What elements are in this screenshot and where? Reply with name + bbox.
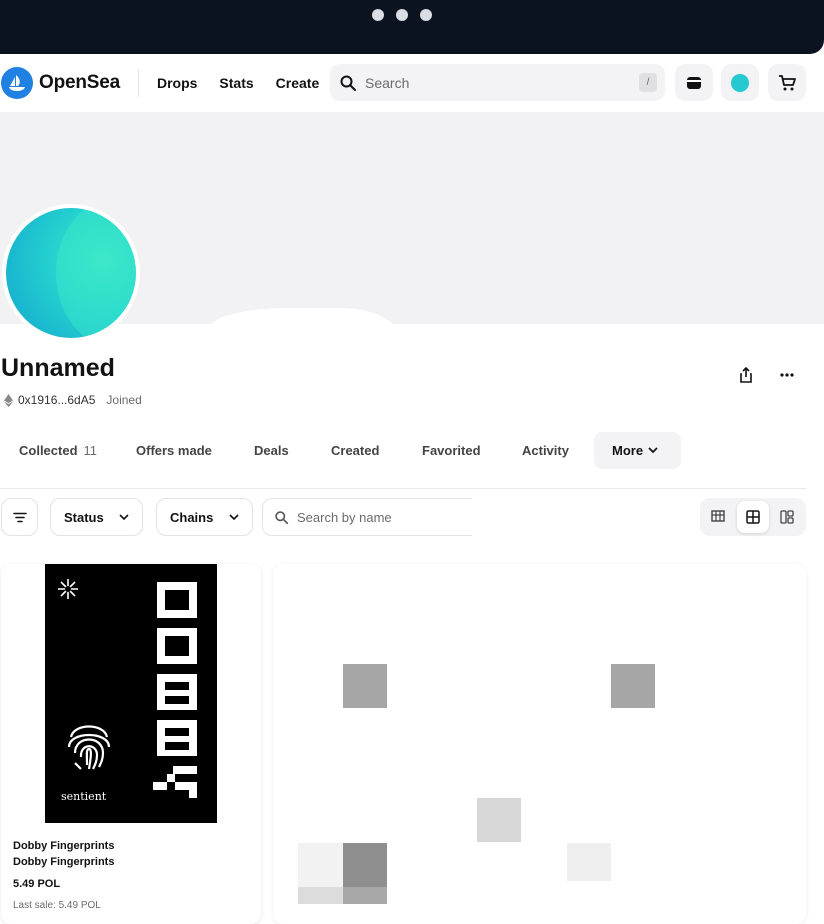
- opensea-ship-icon: [1, 67, 33, 99]
- loading-placeholder: [611, 664, 655, 708]
- dot-icon: [420, 9, 432, 21]
- window-top-bar: [0, 0, 824, 54]
- search-icon: [275, 510, 289, 524]
- nft-card[interactable]: sentient Dobby Fingerprints Dobby Finger…: [1, 564, 261, 924]
- loading-placeholder: [298, 843, 343, 887]
- dot-icon: [396, 9, 408, 21]
- nft-collection-name[interactable]: Dobby Fingerprints: [13, 840, 114, 852]
- search-placeholder: Search: [365, 74, 410, 91]
- search-icon: [340, 75, 356, 91]
- profile-avatar-button[interactable]: [721, 64, 759, 101]
- cart-icon: [779, 74, 796, 90]
- dobby-wordmark-icon: [153, 582, 197, 798]
- profile-tabs: Collected 11 Offers made Deals Created F…: [0, 432, 806, 489]
- profile-name: Unnamed: [1, 354, 115, 382]
- window-dots: [372, 9, 432, 21]
- tab-label: Created: [331, 443, 380, 458]
- wallet-button[interactable]: [675, 64, 713, 101]
- dot-icon: [372, 9, 384, 21]
- search-shortcut-key: /: [639, 73, 657, 92]
- filter-toggle-button[interactable]: [1, 498, 38, 536]
- nav-create-link[interactable]: Create: [276, 75, 320, 91]
- logo-text: OpenSea: [39, 72, 120, 93]
- wallet-address[interactable]: 0x1916...6dA5: [18, 393, 95, 407]
- nft-image: sentient: [45, 564, 217, 823]
- nft-name: Dobby Fingerprints: [13, 856, 115, 868]
- tab-label: Offers made: [136, 443, 212, 458]
- large-grid-icon: [780, 510, 794, 524]
- nft-card-loading[interactable]: [273, 564, 806, 924]
- loading-placeholder: [343, 887, 387, 904]
- chevron-down-icon: [648, 447, 658, 454]
- chains-label: Chains: [170, 509, 214, 525]
- share-button[interactable]: [735, 364, 757, 386]
- more-options-button[interactable]: [776, 364, 798, 386]
- global-search[interactable]: Search /: [330, 64, 665, 101]
- tab-count: 11: [83, 443, 98, 458]
- tab-label: Activity: [522, 443, 569, 458]
- loading-placeholder: [343, 843, 387, 887]
- nft-last-sale: Last sale: 5.49 POL: [13, 900, 101, 911]
- banner-edge: [210, 308, 400, 338]
- grid-icon: [746, 510, 760, 524]
- tab-collected[interactable]: Collected 11: [19, 432, 97, 469]
- tab-offers-made[interactable]: Offers made: [136, 432, 212, 469]
- avatar-swirl: [56, 208, 136, 338]
- nft-price: 5.49 POL: [13, 878, 61, 890]
- ellipsis-icon: [780, 373, 794, 377]
- tab-label: Collected: [19, 443, 78, 458]
- view-table-button[interactable]: [702, 501, 734, 533]
- filter-toolbar: Status Chains Search by name: [0, 498, 824, 536]
- sentient-star-icon: [58, 579, 78, 599]
- tab-favorited[interactable]: Favorited: [422, 432, 481, 469]
- tab-label: More: [612, 443, 644, 458]
- opensea-logo[interactable]: OpenSea: [1, 67, 120, 99]
- view-large-grid-button[interactable]: [771, 501, 803, 533]
- loading-placeholder: [298, 887, 343, 904]
- tab-label: Deals: [254, 443, 289, 458]
- fingerprint-icon: [67, 725, 111, 770]
- filter-icon: [12, 512, 27, 522]
- wallet-icon: [687, 76, 701, 89]
- status-dropdown[interactable]: Status: [50, 498, 143, 536]
- profile-avatar[interactable]: [6, 208, 136, 338]
- loading-placeholder: [567, 843, 611, 881]
- profile-address-row: 0x1916...6dA5 Joined: [4, 393, 142, 407]
- nav-divider: [137, 69, 139, 97]
- view-grid-button[interactable]: [737, 501, 769, 533]
- loading-placeholder: [477, 798, 521, 842]
- tab-deals[interactable]: Deals: [254, 432, 289, 469]
- ethereum-icon: [4, 393, 13, 407]
- tab-label: Favorited: [422, 443, 481, 458]
- status-label: Status: [64, 509, 104, 525]
- chevron-down-icon: [119, 513, 129, 520]
- item-search-input[interactable]: Search by name: [262, 498, 472, 536]
- chains-dropdown[interactable]: Chains: [156, 498, 253, 536]
- avatar-icon: [731, 73, 749, 92]
- nav-drops-link[interactable]: Drops: [157, 75, 197, 91]
- table-grid-icon: [711, 510, 725, 522]
- view-toggle-group: [700, 498, 806, 536]
- top-nav: OpenSea Drops Stats Create Search /: [0, 54, 824, 112]
- chevron-down-icon: [229, 513, 239, 520]
- tab-created[interactable]: Created: [331, 432, 379, 469]
- tab-activity[interactable]: Activity: [522, 432, 569, 469]
- share-icon: [740, 367, 752, 383]
- joined-text: Joined: [106, 393, 142, 407]
- item-search-placeholder: Search by name: [297, 509, 392, 525]
- tab-more[interactable]: More: [594, 432, 681, 469]
- nft-brand-text: sentient: [61, 790, 107, 803]
- cart-button[interactable]: [768, 64, 806, 101]
- nav-stats-link[interactable]: Stats: [219, 75, 253, 91]
- loading-placeholder: [343, 664, 387, 708]
